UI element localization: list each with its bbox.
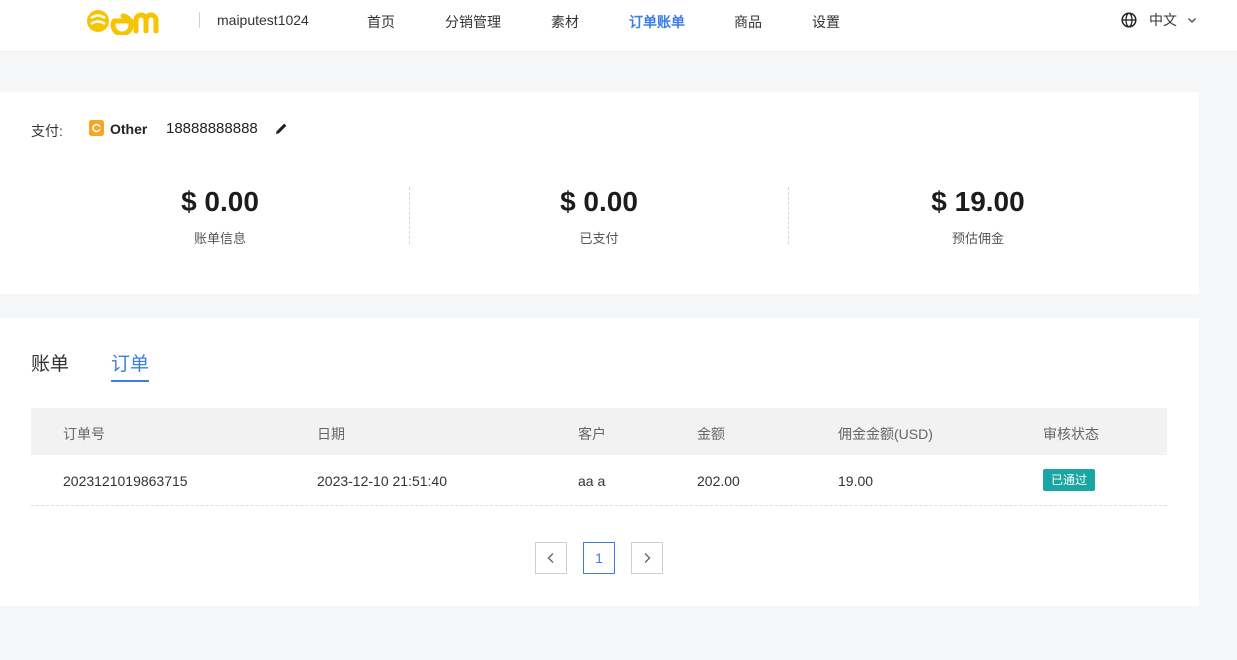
stat-amount: $ 0.00 (181, 186, 259, 217)
nav-materials[interactable]: 素材 (551, 12, 579, 32)
nav-distribution[interactable]: 分销管理 (445, 12, 501, 32)
column-header-amount: 金额 (697, 426, 725, 442)
cell-commission: 19.00 (838, 473, 874, 489)
status-badge: 已通过 (1043, 469, 1095, 491)
nav-settings[interactable]: 设置 (812, 12, 840, 32)
pagination-next-button[interactable] (631, 542, 663, 574)
orders-table: 订单号 日期 客户 金额 佣金金额(USD) 审核状态 202312101986… (31, 408, 1167, 506)
stat-bill-info: $ 0.00 账单信息 (30, 185, 410, 247)
language-selector[interactable]: 中文 (1121, 11, 1197, 29)
language-label: 中文 (1149, 12, 1177, 28)
column-header-status: 审核状态 (1043, 426, 1099, 442)
cell-amount: 202.00 (697, 473, 740, 489)
payment-label: 支付: (31, 123, 63, 139)
stat-paid: $ 0.00 已支付 (409, 185, 789, 247)
tab-bills[interactable]: 账单 (31, 349, 69, 380)
orders-card: 账单 订单 订单号 日期 客户 金额 佣金金额(USD) 审核状态 202312… (0, 318, 1199, 606)
column-header-customer: 客户 (578, 426, 606, 442)
stat-label: 账单信息 (193, 231, 246, 246)
nav-home[interactable]: 首页 (367, 12, 395, 32)
table-row[interactable]: 2023121019863715 2023-12-10 21:51:40 aa … (31, 455, 1167, 506)
column-header-commission: 佣金金额(USD) (838, 426, 933, 442)
cell-customer: aa a (578, 473, 606, 489)
column-header-date: 日期 (317, 426, 345, 442)
table-header: 订单号 日期 客户 金额 佣金金额(USD) 审核状态 (31, 408, 1167, 455)
payment-account: 18888888888 (166, 120, 258, 137)
top-header: maiputest1024 首页 分销管理 素材 订单账单 商品 设置 中文 (0, 0, 1237, 52)
chevron-down-icon (1187, 17, 1197, 24)
stat-label: 预估佣金 (951, 231, 1004, 246)
pagination-page-button[interactable]: 1 (583, 542, 615, 574)
payment-method: Other (110, 121, 148, 137)
stat-estimated-commission: $ 19.00 预估佣金 (788, 185, 1168, 247)
em-logo[interactable] (86, 7, 170, 35)
store-name: maiputest1024 (217, 12, 309, 28)
edit-pencil-icon[interactable] (275, 122, 288, 135)
summary-card: 支付: Other 18888888888 $ 0.00 账单信息 $ 0.00… (0, 92, 1199, 294)
tab-orders[interactable]: 订单 (111, 349, 150, 382)
stat-label: 已支付 (579, 231, 619, 246)
header-divider (199, 12, 200, 28)
chevron-right-icon (644, 553, 651, 563)
wallet-icon (89, 120, 104, 136)
cell-date: 2023-12-10 21:51:40 (317, 473, 447, 489)
globe-icon (1121, 12, 1137, 28)
cell-order-no: 2023121019863715 (63, 473, 188, 489)
column-header-order-no: 订单号 (63, 426, 105, 442)
stat-amount: $ 19.00 (931, 186, 1025, 217)
chevron-left-icon (547, 553, 554, 563)
pagination-prev-button[interactable] (535, 542, 567, 574)
nav-orders-bills[interactable]: 订单账单 (629, 12, 685, 32)
stat-amount: $ 0.00 (560, 186, 638, 217)
nav-products[interactable]: 商品 (734, 12, 762, 32)
